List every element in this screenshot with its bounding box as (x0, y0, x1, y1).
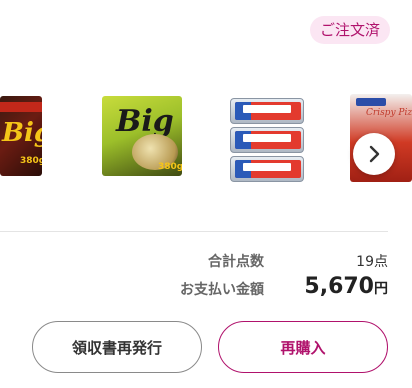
payment-amount-label: お支払い金額 (180, 282, 264, 298)
package-stripe (0, 102, 42, 112)
package-big-text: Big (116, 104, 174, 139)
chevron-right-icon (369, 145, 380, 163)
package-crispy-text: Crispy Pizza (366, 108, 412, 118)
total-count-label: 合計点数 (208, 254, 264, 270)
package-weight-text: 380g (20, 156, 42, 166)
rebuy-button[interactable]: 再購入 (218, 321, 388, 373)
reissue-receipt-button[interactable]: 領収書再発行 (32, 321, 202, 373)
payment-amount-value: 5,670 (304, 274, 374, 299)
total-count-value: 19点 (356, 254, 388, 270)
product-image-big-spaghetti-green[interactable]: Big 380g (102, 96, 182, 176)
payment-amount: 5,670円 (304, 274, 388, 299)
package-brand-logo (356, 98, 386, 106)
carousel-next-button[interactable] (353, 133, 395, 175)
product-image-big-spaghetti-red[interactable]: Big 380g (0, 96, 42, 176)
tuna-can (230, 98, 304, 124)
package-weight-text: 380g (158, 162, 182, 172)
section-divider (0, 231, 388, 232)
package-big-text: Big (2, 118, 42, 148)
tuna-can (230, 127, 304, 153)
product-image-canned-tuna[interactable] (230, 98, 304, 182)
tuna-can (230, 156, 304, 182)
payment-amount-unit: 円 (374, 281, 388, 297)
order-status-badge: ご注文済 (310, 16, 391, 44)
